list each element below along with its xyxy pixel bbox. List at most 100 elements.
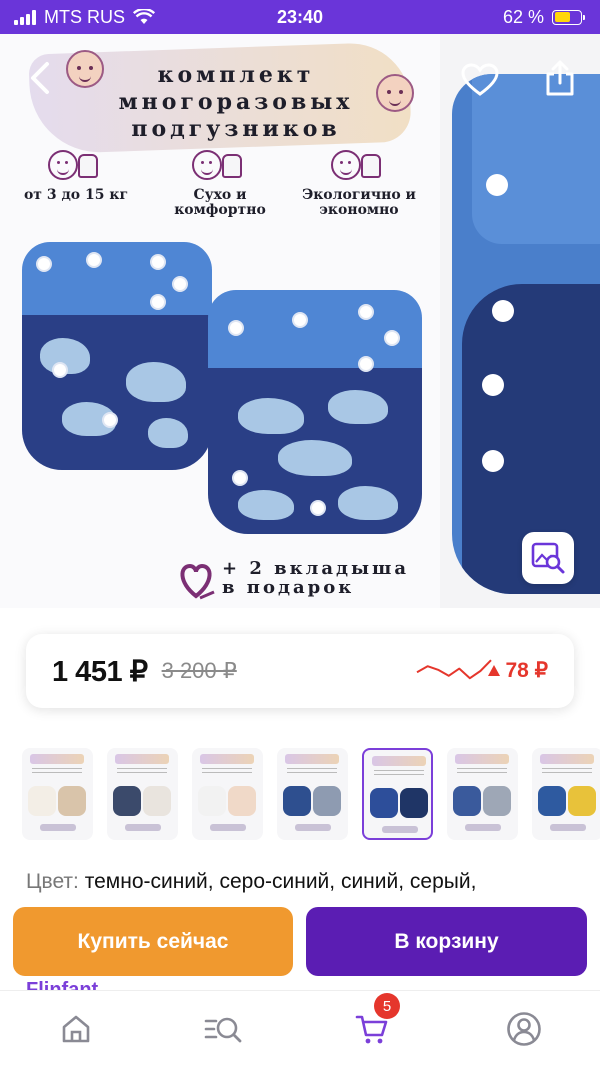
action-bar: Купить сейчас В корзину — [0, 900, 600, 990]
status-bar: MTS RUS 23:40 62 % — [0, 0, 600, 34]
thumb-features-mark — [287, 768, 337, 773]
seller-name[interactable]: Flinfant — [26, 978, 98, 990]
price-up-icon — [488, 665, 501, 676]
color-value: темно-синий, серо-синий, синий, серый, — [84, 870, 477, 893]
profile-icon — [507, 1012, 541, 1046]
image-search-button[interactable] — [522, 532, 574, 584]
diaper-illustration — [22, 242, 212, 470]
feature-eco: Экологично и экономно — [286, 150, 432, 218]
smile-thumb-icon — [192, 150, 248, 184]
thumb-diaper — [198, 786, 226, 816]
status-left: MTS RUS — [14, 7, 155, 28]
battery-icon — [552, 9, 585, 25]
thumbnail-3[interactable] — [192, 748, 263, 840]
image-search-icon — [531, 542, 565, 574]
thumb-title-mark — [115, 754, 169, 764]
thumbnail-4[interactable] — [277, 748, 348, 840]
feature-dry: Сухо и комфортно — [150, 150, 290, 218]
title-line: комплект — [157, 62, 315, 88]
thumb-diaper — [370, 788, 398, 818]
price-change: 78 ₽ — [488, 658, 548, 683]
catalog-search-icon — [204, 1017, 242, 1043]
add-to-cart-button[interactable]: В корзину — [306, 907, 587, 976]
gift-line: + 2 вкладыша — [222, 558, 410, 579]
back-arrow-icon — [31, 62, 49, 94]
thumbnail-2[interactable] — [107, 748, 178, 840]
thumb-gift-mark — [382, 826, 418, 833]
thumb-diaper — [28, 786, 56, 816]
thumb-gift-mark — [125, 824, 161, 831]
tab-home[interactable] — [54, 1009, 98, 1049]
product-image-title: комплект многоразовых подгузников — [76, 62, 396, 143]
thumb-features-mark — [542, 768, 592, 773]
product-image: комплект многоразовых подгузников от 3 д… — [0, 34, 440, 608]
diaper-illustration — [208, 290, 422, 534]
home-icon — [62, 1015, 90, 1043]
thumb-diaper — [143, 786, 171, 816]
thumb-title-mark — [285, 754, 339, 764]
thumbnail-1[interactable] — [22, 748, 93, 840]
title-line: подгузников — [131, 116, 341, 142]
thumb-diaper — [283, 786, 311, 816]
thumb-diaper — [400, 788, 428, 818]
thumb-title-mark — [540, 754, 594, 764]
current-price: 1 451 ₽ — [52, 655, 148, 688]
bottom-tab-bar: 5 — [0, 990, 600, 1066]
wifi-icon — [133, 9, 155, 24]
gift-promo: + 2 вкладыша в подарок — [174, 558, 409, 600]
cart-count-badge: 5 — [374, 993, 400, 1019]
price-trend-sparkline[interactable] — [414, 656, 494, 686]
feature-text: от 3 до 15 кг — [23, 187, 129, 203]
thumb-gift-mark — [295, 824, 331, 831]
feature-text: Экологично и экономно — [302, 187, 416, 218]
gift-line: в подарок — [222, 577, 355, 598]
image-thumbnails — [22, 748, 600, 840]
battery-percent: 62 % — [502, 6, 544, 27]
buy-now-button[interactable]: Купить сейчас — [13, 907, 293, 976]
favorite-button[interactable] — [458, 58, 502, 102]
thumb-title-mark — [455, 754, 509, 764]
tab-profile[interactable] — [502, 1009, 546, 1049]
thumbnail-5[interactable] — [362, 748, 433, 840]
price-card[interactable]: 1 451 ₽ 3 200 ₽ 78 ₽ — [26, 634, 574, 708]
heart-ribbon-icon — [174, 558, 215, 600]
thumb-gift-mark — [465, 824, 501, 831]
back-button[interactable] — [18, 56, 62, 100]
gift-text: + 2 вкладыша в подарок — [222, 559, 409, 597]
battery-fill — [554, 12, 570, 22]
old-price: 3 200 ₽ — [161, 658, 237, 683]
thumb-diaper — [568, 786, 596, 816]
signal-icon — [14, 9, 36, 25]
thumb-features-mark — [32, 768, 82, 773]
next-image-peek[interactable] — [452, 74, 600, 594]
thumb-gift-mark — [40, 824, 76, 831]
price-change-value: 78 ₽ — [505, 659, 548, 682]
heart-icon — [461, 63, 499, 96]
thumb-diaper — [58, 786, 86, 816]
smile-thumb-icon — [331, 150, 387, 184]
thumbnail-7[interactable] — [532, 748, 600, 840]
thumb-features-mark — [202, 768, 252, 773]
tab-catalog[interactable] — [202, 1009, 246, 1049]
title-line: многоразовых — [118, 89, 354, 115]
thumb-diaper — [313, 786, 341, 816]
share-icon — [546, 60, 574, 96]
thumb-title-mark — [372, 756, 426, 766]
thumbnail-6[interactable] — [447, 748, 518, 840]
thumb-features-mark — [374, 770, 424, 775]
share-button[interactable] — [538, 56, 582, 100]
thumb-features-mark — [117, 768, 167, 773]
color-option-line[interactable]: Цвет: темно-синий, серо-синий, синий, се… — [26, 870, 476, 894]
thumb-title-mark — [30, 754, 84, 764]
thumb-title-mark — [200, 754, 254, 764]
thumb-diaper — [538, 786, 566, 816]
thumb-features-mark — [457, 768, 507, 773]
feature-text: Сухо и комфортно — [174, 187, 266, 218]
carrier-name: MTS RUS — [44, 6, 125, 27]
color-label: Цвет: — [26, 870, 79, 893]
sparkline-path — [416, 659, 492, 680]
feature-weight: от 3 до 15 кг — [6, 150, 146, 203]
product-image-gallery[interactable]: комплект многоразовых подгузников от 3 д… — [0, 34, 600, 608]
thumb-gift-mark — [550, 824, 586, 831]
tab-cart[interactable]: 5 — [350, 993, 400, 1049]
